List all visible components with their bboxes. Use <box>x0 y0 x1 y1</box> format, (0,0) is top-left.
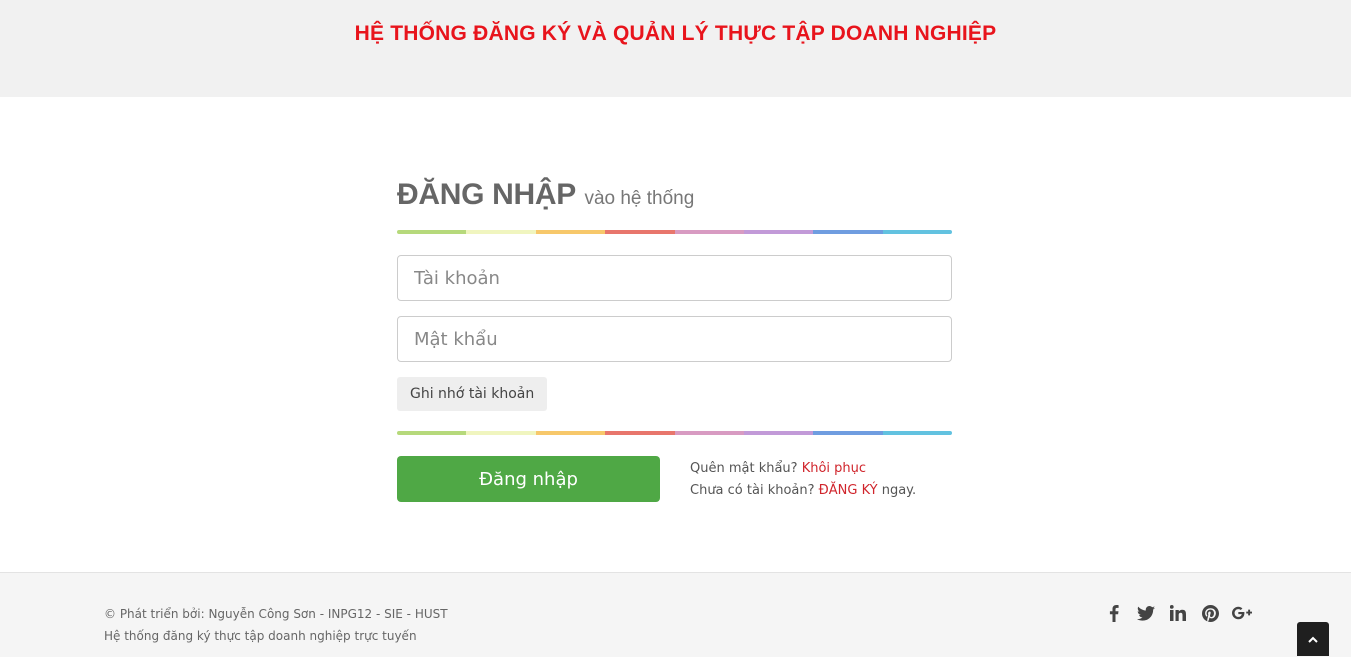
password-input[interactable] <box>397 316 952 362</box>
color-divider-segment <box>674 230 744 234</box>
no-account-text: Chưa có tài khoản? <box>690 483 815 498</box>
color-divider-segment <box>882 230 952 234</box>
color-divider-segment <box>397 431 467 435</box>
login-heading: ĐĂNG NHẬP vào hệ thống <box>397 178 694 212</box>
color-divider-segment <box>813 230 883 234</box>
remember-me-toggle[interactable]: Ghi nhớ tài khoản <box>397 377 548 411</box>
color-divider-segment <box>535 230 606 234</box>
forgot-password-line: Quên mật khẩu? Khôi phục <box>690 458 916 480</box>
chevron-up-icon <box>1308 636 1318 643</box>
color-divider-segment <box>605 431 675 435</box>
social-links <box>1104 603 1252 623</box>
color-divider-segment <box>605 230 675 234</box>
footer-tagline: Hệ thống đăng ký thực tập doanh nghiệp t… <box>104 629 417 643</box>
login-heading-main: ĐĂNG NHẬP <box>397 178 576 211</box>
google-plus-icon[interactable] <box>1232 603 1252 623</box>
pinterest-icon[interactable] <box>1200 603 1220 623</box>
color-divider-segment <box>674 431 744 435</box>
linkedin-icon[interactable] <box>1168 603 1188 623</box>
page-footer: © Phát triển bởi: Nguyễn Công Sơn - INPG… <box>0 572 1351 657</box>
login-button[interactable]: Đăng nhập <box>397 456 660 502</box>
register-suffix: ngay. <box>881 483 917 498</box>
color-divider-bottom <box>397 431 952 435</box>
color-divider-segment <box>743 230 814 234</box>
login-heading-sub: vào hệ thống <box>584 188 695 209</box>
color-divider-segment <box>882 431 952 435</box>
username-input[interactable] <box>397 255 952 301</box>
color-divider-segment <box>397 230 467 234</box>
facebook-icon[interactable] <box>1104 603 1124 623</box>
recover-link[interactable]: Khôi phục <box>802 461 866 476</box>
site-title: HỆ THỐNG ĐĂNG KÝ VÀ QUẢN LÝ THỰC TẬP DOA… <box>354 22 997 45</box>
color-divider-segment <box>466 230 536 234</box>
scroll-to-top-button[interactable] <box>1297 622 1329 656</box>
color-divider-top <box>397 230 952 234</box>
register-link[interactable]: ĐĂNG KÝ <box>819 483 878 498</box>
color-divider-segment <box>813 431 883 435</box>
color-divider-segment <box>535 431 606 435</box>
register-line: Chưa có tài khoản? ĐĂNG KÝ ngay. <box>690 480 916 502</box>
forgot-password-text: Quên mật khẩu? <box>690 461 798 476</box>
footer-credits: © Phát triển bởi: Nguyễn Công Sơn - INPG… <box>104 607 448 621</box>
twitter-icon[interactable] <box>1136 603 1156 623</box>
color-divider-segment <box>743 431 814 435</box>
color-divider-segment <box>466 431 536 435</box>
help-links: Quên mật khẩu? Khôi phục Chưa có tài kho… <box>690 458 916 502</box>
page-header: HỆ THỐNG ĐĂNG KÝ VÀ QUẢN LÝ THỰC TẬP DOA… <box>0 0 1351 97</box>
